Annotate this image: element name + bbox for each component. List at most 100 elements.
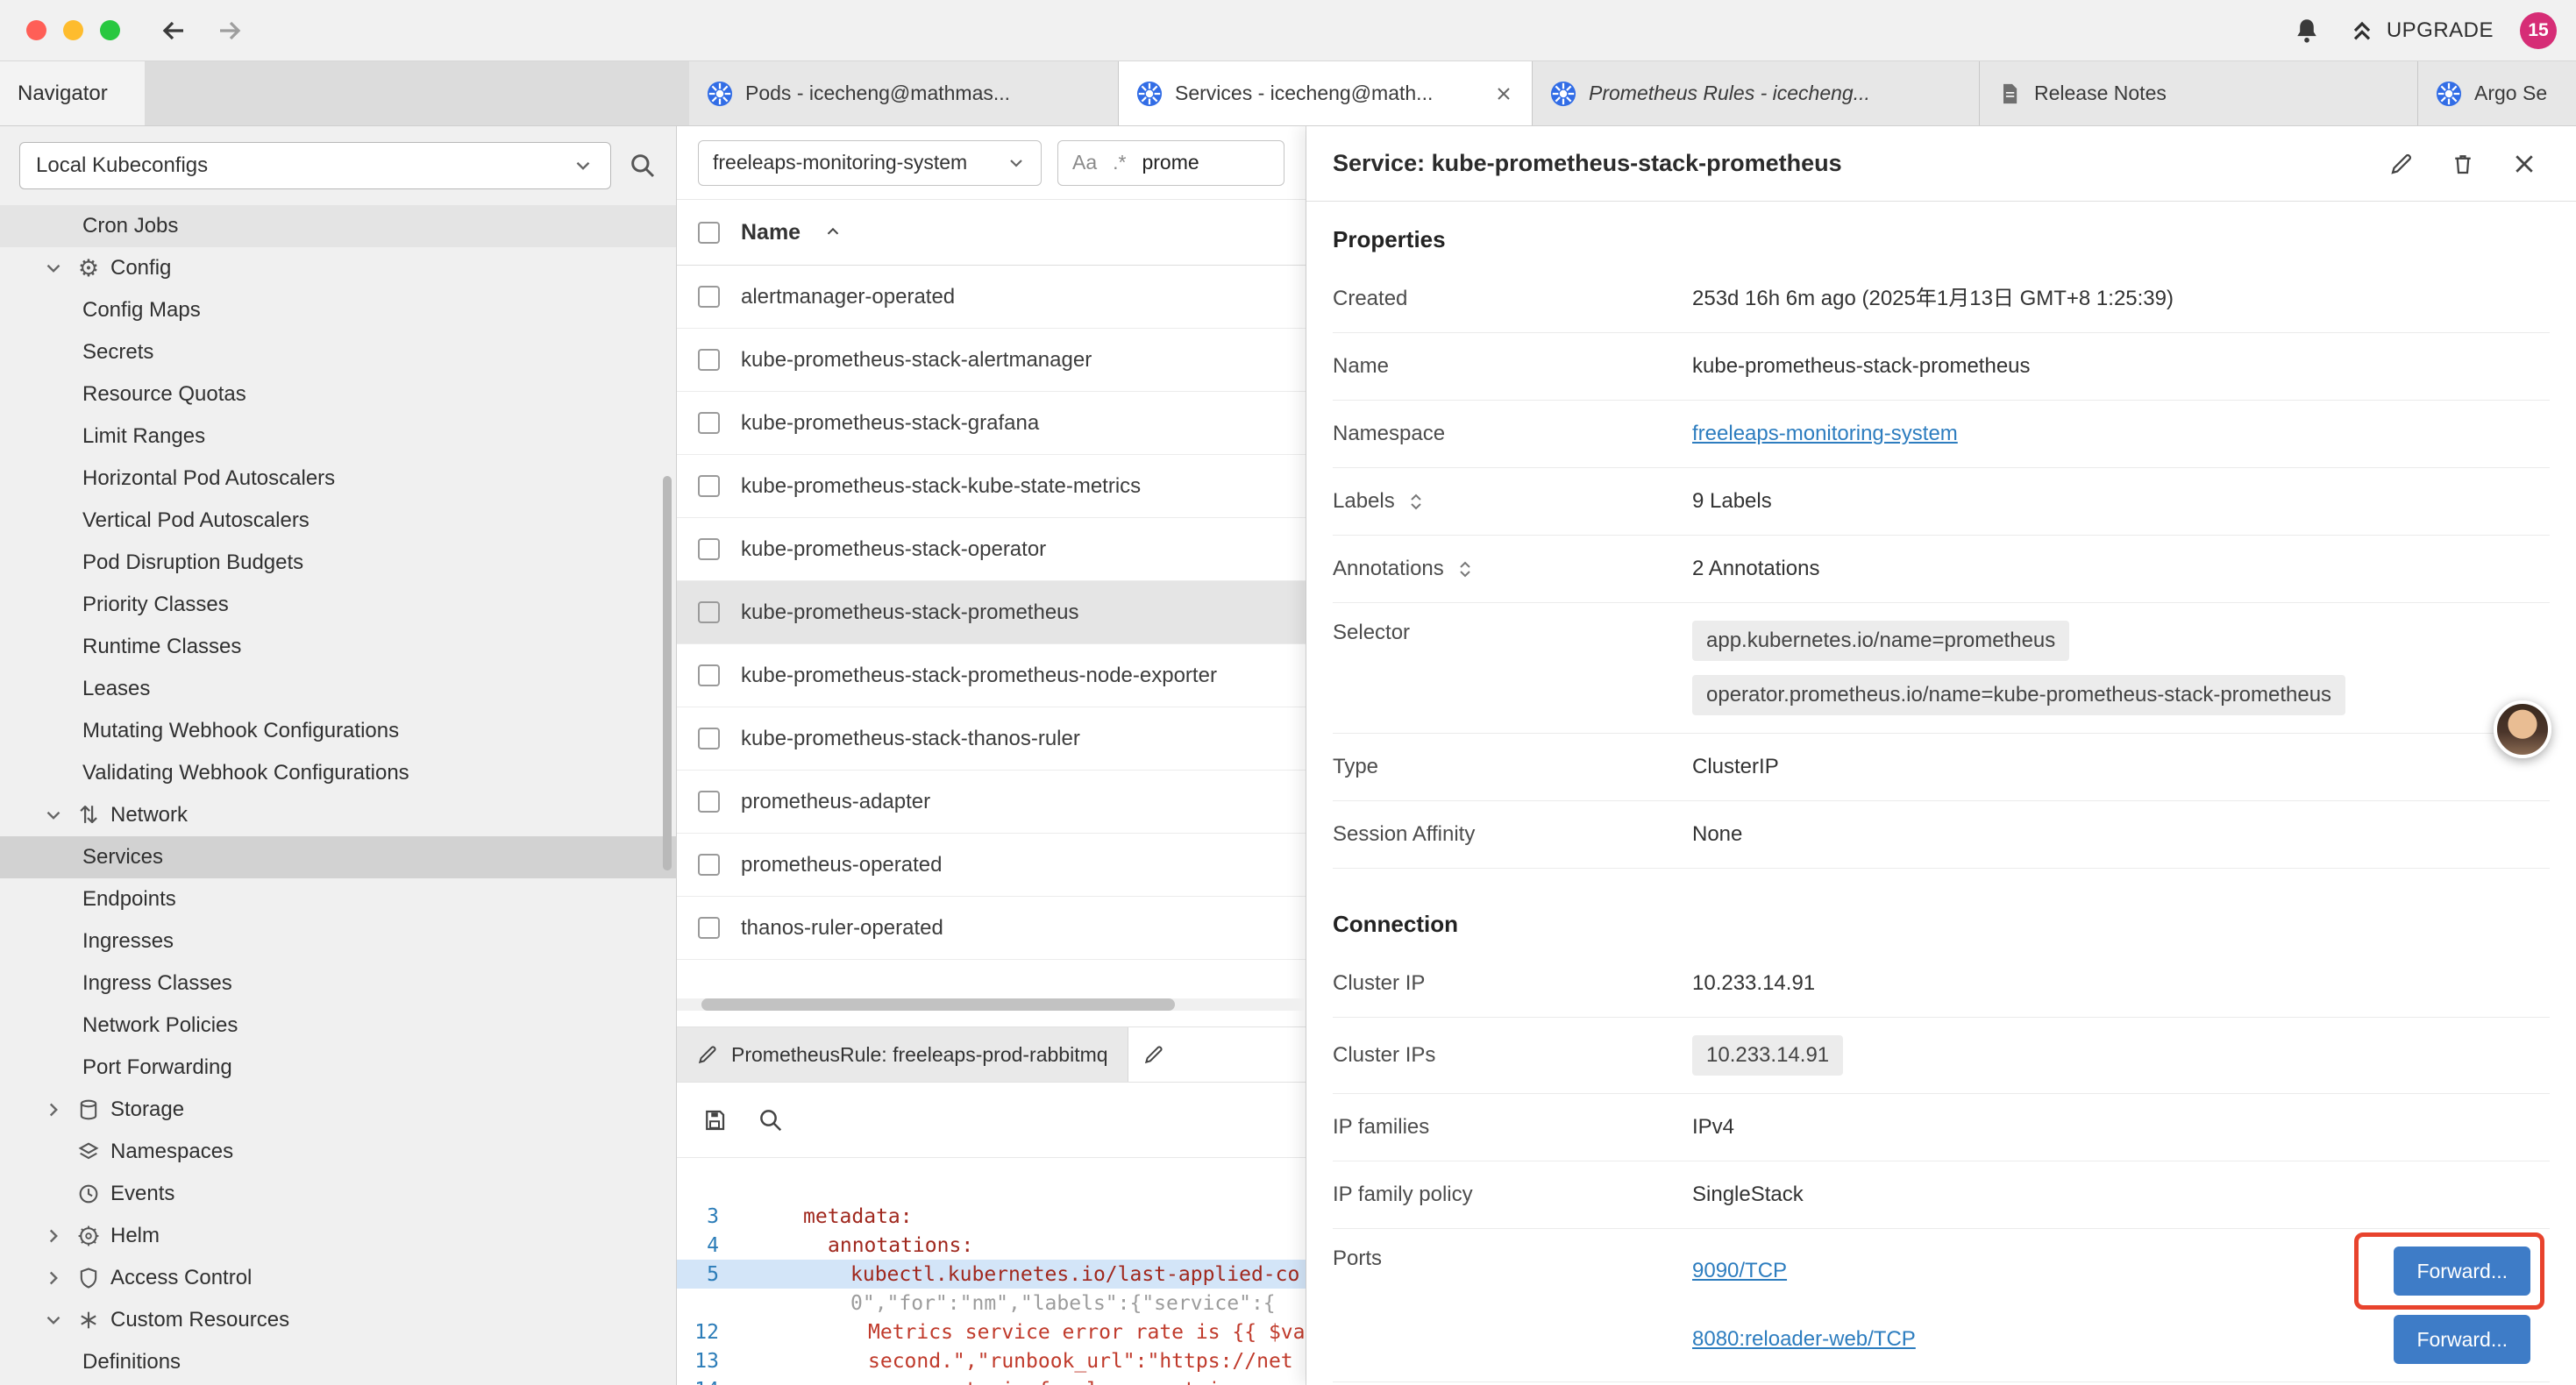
sidebar-item-secrets[interactable]: Secrets — [0, 331, 676, 373]
expand-collapse-icon[interactable] — [1405, 491, 1427, 512]
tab-pods[interactable]: Pods - icecheng@mathmas... — [689, 61, 1119, 125]
name-row: Name kube-prometheus-stack-prometheus — [1333, 333, 2550, 401]
sidebar-item-services[interactable]: Services — [0, 836, 676, 878]
sidebar-item-vertical-pod-autoscalers[interactable]: Vertical Pod Autoscalers — [0, 500, 676, 542]
horizontal-scrollbar-thumb[interactable] — [701, 998, 1175, 1011]
user-avatar[interactable] — [2494, 700, 2551, 758]
row-checkbox[interactable] — [698, 728, 720, 749]
regex-toggle[interactable]: .* — [1113, 151, 1126, 174]
namespace-filter-select[interactable]: freeleaps-monitoring-system — [698, 140, 1042, 186]
notification-count-badge[interactable]: 15 — [2520, 12, 2557, 49]
row-checkbox[interactable] — [698, 917, 720, 939]
row-checkbox[interactable] — [698, 664, 720, 686]
maximize-window-button[interactable] — [100, 20, 120, 40]
save-icon[interactable] — [701, 1107, 728, 1133]
close-window-button[interactable] — [26, 20, 46, 40]
row-checkbox[interactable] — [698, 538, 720, 560]
sidebar-item-ingress-classes[interactable]: Ingress Classes — [0, 962, 676, 1005]
sidebar-item-config-maps[interactable]: Config Maps — [0, 289, 676, 331]
sidebar-item-storage[interactable]: Storage — [0, 1089, 676, 1131]
sidebar-item-port-forwarding[interactable]: Port Forwarding — [0, 1047, 676, 1089]
row-checkbox[interactable] — [698, 475, 720, 497]
cluster-ip-value: 10.233.14.91 — [1692, 969, 1815, 998]
tab-release-notes[interactable]: Release Notes — [1980, 61, 2418, 125]
yaml-editor[interactable]: 3metadata: 4annotations: 5kubectl.kubern… — [677, 1158, 1306, 1385]
sidebar-item-definitions[interactable]: Definitions — [0, 1341, 676, 1383]
tab-argo[interactable]: Argo Se — [2418, 61, 2576, 125]
sidebar-item-leases[interactable]: Leases — [0, 668, 676, 710]
table-row-selected[interactable]: kube-prometheus-stack-prometheus — [677, 581, 1306, 644]
table-row[interactable]: kube-prometheus-stack-operator — [677, 518, 1306, 581]
tab-label: Services - icecheng@math... — [1175, 82, 1433, 105]
back-arrow-icon[interactable] — [157, 15, 189, 46]
sidebar-item-mutating-webhook-configurations[interactable]: Mutating Webhook Configurations — [0, 710, 676, 752]
row-checkbox[interactable] — [698, 601, 720, 623]
editor-tab-title: PrometheusRule: freeleaps-prod-rabbitmq — [731, 1043, 1108, 1067]
sort-ascending-icon[interactable] — [823, 223, 843, 242]
ip-families-value: IPv4 — [1692, 1112, 1734, 1142]
port-link-9090[interactable]: 9090/TCP — [1692, 1259, 1787, 1283]
table-row[interactable]: alertmanager-operated — [677, 266, 1306, 329]
table-row[interactable]: kube-prometheus-stack-prometheus-node-ex… — [677, 644, 1306, 707]
service-search-input[interactable]: Aa .* prome — [1057, 140, 1284, 186]
search-icon[interactable] — [758, 1107, 784, 1133]
sidebar-item-network-policies[interactable]: Network Policies — [0, 1005, 676, 1047]
select-all-checkbox[interactable] — [698, 222, 720, 244]
minimize-window-button[interactable] — [63, 20, 83, 40]
sidebar-item-horizontal-pod-autoscalers[interactable]: Horizontal Pod Autoscalers — [0, 458, 676, 500]
editor-tab-hidden[interactable] — [1128, 1027, 1179, 1082]
sidebar-item-helm[interactable]: Helm — [0, 1215, 676, 1257]
sidebar-item-namespaces[interactable]: Namespaces — [0, 1131, 676, 1173]
sidebar-item-config[interactable]: ⚙ Config — [0, 247, 676, 289]
sidebar-item-validating-webhook-configurations[interactable]: Validating Webhook Configurations — [0, 752, 676, 794]
kubeconfig-selector[interactable]: Local Kubeconfigs — [19, 142, 611, 189]
tab-prometheus-rules[interactable]: Prometheus Rules - icecheng... — [1533, 61, 1980, 125]
sidebar-item-cron-jobs[interactable]: Cron Jobs — [0, 205, 676, 247]
forward-port-button[interactable]: Forward... — [2394, 1315, 2530, 1364]
row-checkbox[interactable] — [698, 349, 720, 371]
edit-button[interactable] — [2388, 151, 2415, 177]
close-tab-icon[interactable] — [1493, 83, 1514, 104]
sidebar-item-runtime-classes[interactable]: Runtime Classes — [0, 626, 676, 668]
port-line: 8080:reloader-web/TCP Forward... — [1692, 1315, 2550, 1364]
table-row[interactable]: prometheus-adapter — [677, 771, 1306, 834]
table-row[interactable]: thanos-ruler-operated — [677, 897, 1306, 960]
sidebar-item-pod-disruption-budgets[interactable]: Pod Disruption Budgets — [0, 542, 676, 584]
sidebar-scrollbar[interactable] — [663, 476, 672, 870]
row-checkbox[interactable] — [698, 412, 720, 434]
row-checkbox[interactable] — [698, 854, 720, 876]
sidebar-item-ingresses[interactable]: Ingresses — [0, 920, 676, 962]
sidebar-item-network[interactable]: ⇅ Network — [0, 794, 676, 836]
close-icon[interactable] — [2511, 151, 2537, 177]
namespace-link[interactable]: freeleaps-monitoring-system — [1692, 419, 1958, 449]
table-row[interactable]: kube-prometheus-stack-kube-state-metrics — [677, 455, 1306, 518]
match-case-toggle[interactable]: Aa — [1072, 151, 1097, 174]
sidebar-item-custom-resources[interactable]: Custom Resources — [0, 1299, 676, 1341]
expand-collapse-icon[interactable] — [1455, 558, 1476, 579]
delete-button[interactable] — [2450, 151, 2476, 177]
sidebar-item-priority-classes[interactable]: Priority Classes — [0, 584, 676, 626]
upgrade-button[interactable]: UPGRADE — [2348, 17, 2494, 45]
forward-arrow-icon[interactable] — [215, 15, 246, 46]
sidebar-item-endpoints[interactable]: Endpoints — [0, 878, 676, 920]
table-row[interactable]: kube-prometheus-stack-thanos-ruler — [677, 707, 1306, 771]
editor-tab-prometheusrule[interactable]: PrometheusRule: freeleaps-prod-rabbitmq — [677, 1027, 1128, 1082]
sidebar-item-events[interactable]: Events — [0, 1173, 676, 1215]
forward-port-button[interactable]: Forward... — [2394, 1246, 2530, 1296]
table-row[interactable]: kube-prometheus-stack-alertmanager — [677, 329, 1306, 392]
sidebar-item-limit-ranges[interactable]: Limit Ranges — [0, 416, 676, 458]
tab-services[interactable]: Services - icecheng@math... — [1119, 61, 1533, 125]
name-column-header[interactable]: Name — [741, 220, 801, 245]
sidebar-item-access-control[interactable]: Access Control — [0, 1257, 676, 1299]
tab-label: Release Notes — [2034, 82, 2167, 105]
table-row[interactable]: kube-prometheus-stack-grafana — [677, 392, 1306, 455]
navigator-panel-header[interactable]: Navigator — [0, 61, 145, 125]
table-row[interactable]: prometheus-operated — [677, 834, 1306, 897]
bell-icon[interactable] — [2292, 16, 2322, 46]
sidebar-item-resource-quotas[interactable]: Resource Quotas — [0, 373, 676, 416]
row-checkbox[interactable] — [698, 791, 720, 813]
search-icon[interactable] — [629, 152, 657, 180]
row-checkbox[interactable] — [698, 286, 720, 308]
horizontal-scrollbar[interactable] — [677, 998, 1306, 1011]
port-link-8080-reloader-web[interactable]: 8080:reloader-web/TCP — [1692, 1327, 1916, 1352]
